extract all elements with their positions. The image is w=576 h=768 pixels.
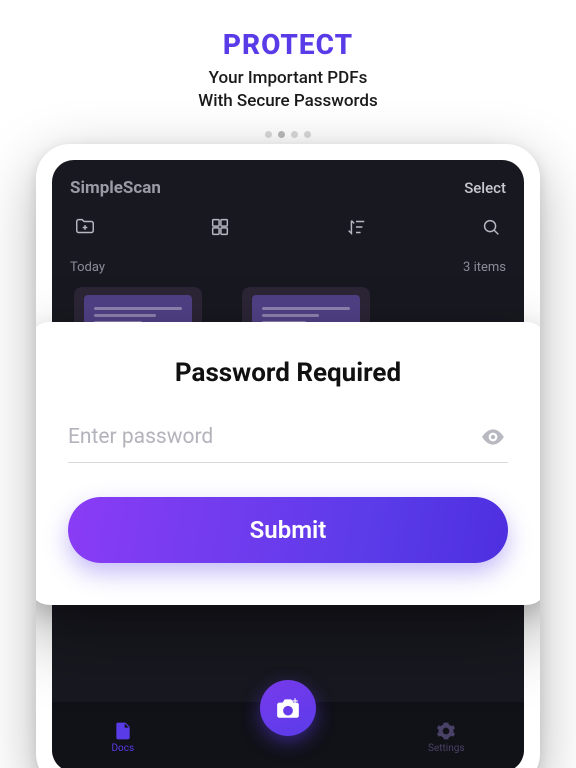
toolbar (52, 208, 524, 248)
search-icon[interactable] (480, 216, 502, 238)
nav-settings[interactable]: Settings (428, 721, 465, 754)
app-title: SimpleScan (70, 178, 161, 198)
sort-icon[interactable] (345, 216, 367, 238)
eye-icon[interactable] (478, 422, 508, 452)
grid-view-icon[interactable] (209, 216, 231, 238)
marketing-hero: PROTECT Your Important PDFs With Secure … (198, 0, 377, 131)
section-count: 3 items (463, 260, 506, 275)
submit-button[interactable]: Submit (68, 497, 508, 563)
top-bar: SimpleScan Select (52, 160, 524, 208)
nav-label: Docs (111, 743, 134, 754)
tablet-frame: SimpleScan Select (36, 144, 540, 768)
password-input[interactable] (68, 425, 478, 449)
page-indicator (265, 131, 311, 138)
camera-fab[interactable] (260, 680, 316, 736)
nav-docs[interactable]: Docs (111, 721, 134, 754)
section-label: Today (70, 260, 105, 275)
nav-label: Settings (428, 743, 465, 754)
hero-title: PROTECT (198, 28, 377, 61)
dot (291, 131, 298, 138)
new-folder-icon[interactable] (74, 216, 96, 238)
dot-active (278, 131, 285, 138)
select-button[interactable]: Select (464, 179, 506, 197)
password-modal: Password Required Submit (36, 322, 540, 605)
hero-subtitle: Your Important PDFs With Secure Password… (198, 67, 377, 113)
dot (304, 131, 311, 138)
modal-title: Password Required (68, 358, 508, 388)
dot (265, 131, 272, 138)
